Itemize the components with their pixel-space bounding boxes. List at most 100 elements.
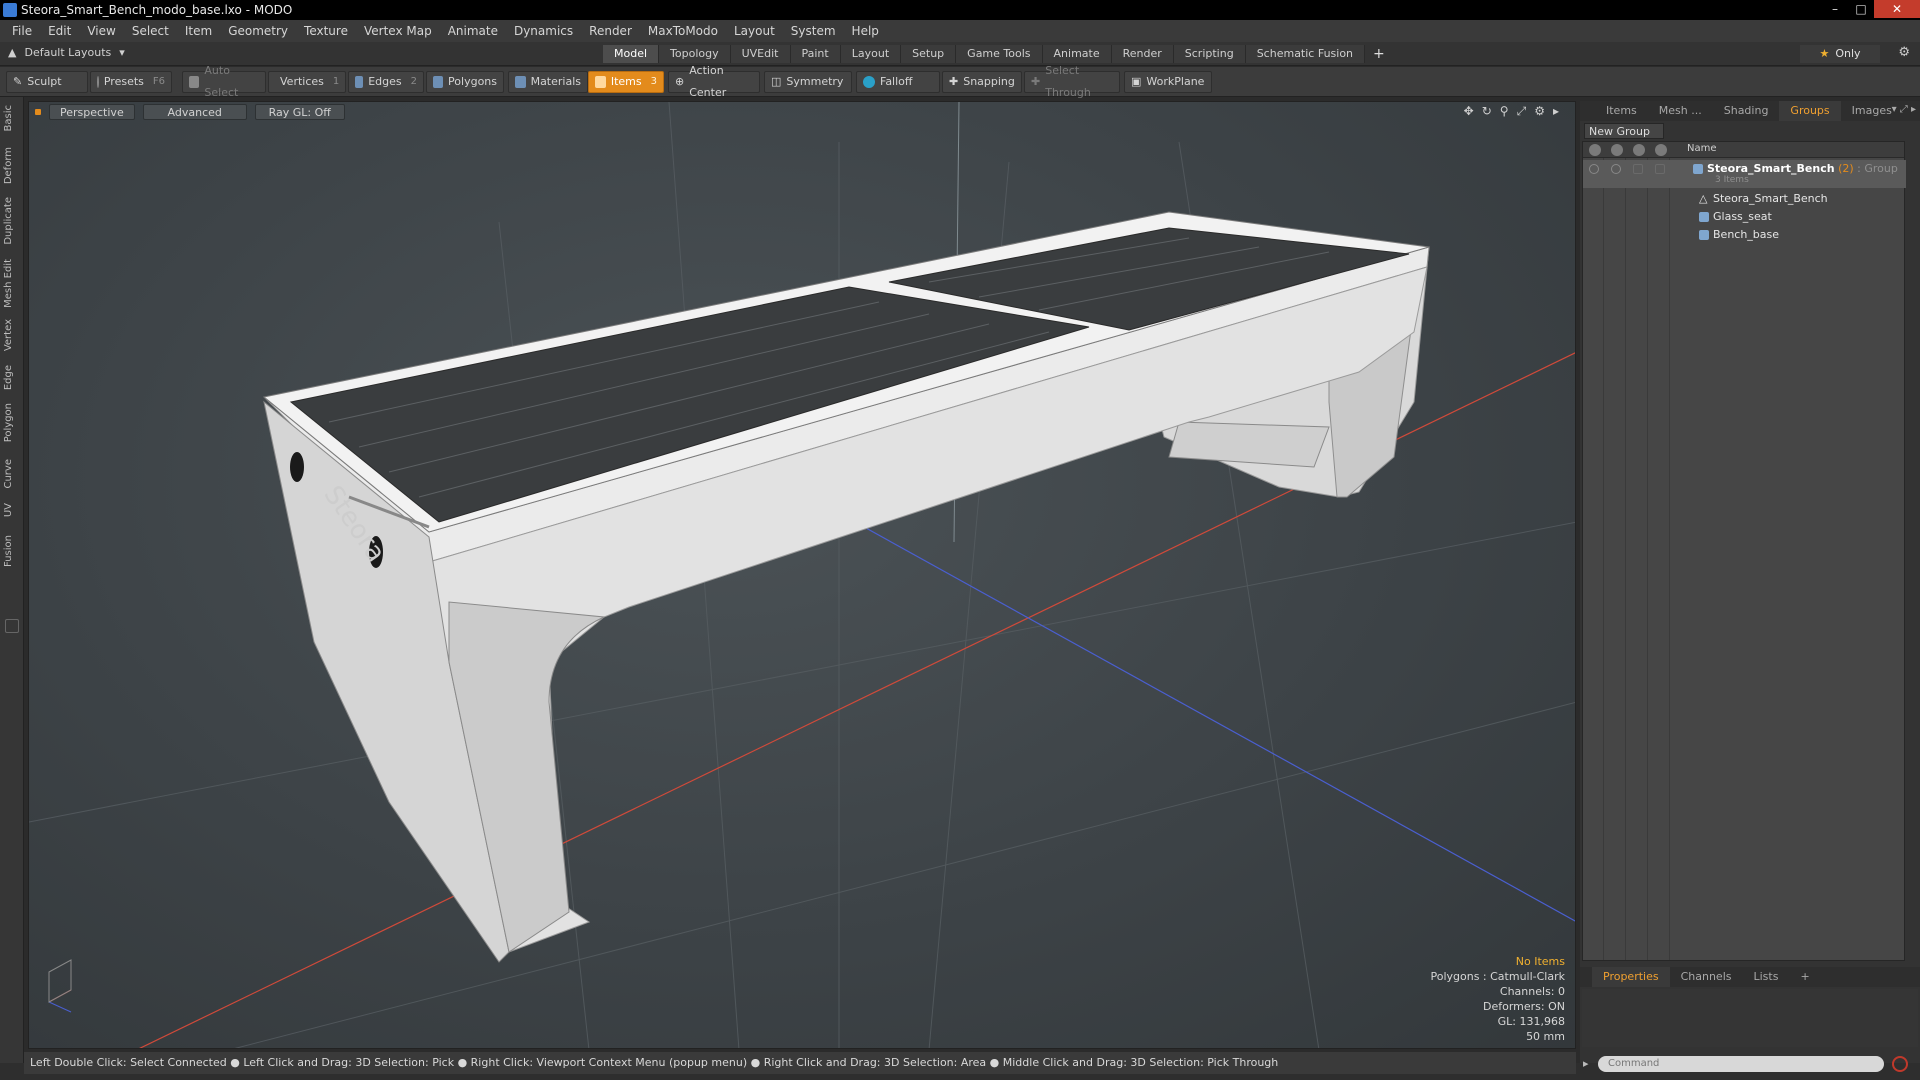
vtab-uv[interactable]: UV (3, 503, 21, 517)
add-panel-tab[interactable]: + (1789, 967, 1820, 987)
tab-setup[interactable]: Setup (901, 45, 957, 63)
vtab-mesh-edit[interactable]: Mesh Edit (3, 259, 21, 308)
render-icon[interactable] (1611, 164, 1621, 174)
mode-bar: ▲ Default Layouts ▾ Model Topology UVEdi… (0, 42, 1920, 66)
lock-col-icon (1633, 144, 1645, 156)
menu-animate[interactable]: Animate (440, 24, 506, 38)
edges-label: Edges (368, 75, 402, 88)
tab-scripting[interactable]: Scripting (1173, 45, 1246, 63)
tab-mesh[interactable]: Mesh ... (1648, 101, 1713, 121)
menu-edit[interactable]: Edit (40, 24, 79, 38)
maximize-icon[interactable]: □ (1848, 0, 1874, 18)
polygons-button[interactable]: Polygons (426, 71, 504, 93)
tab-channels[interactable]: Channels (1670, 967, 1743, 987)
tab-groups[interactable]: Groups (1779, 101, 1841, 121)
right-panel-tabs: Items Mesh ... Shading Groups Images ▾ ⤢… (1580, 101, 1920, 121)
tab-layout[interactable]: Layout (840, 45, 902, 63)
group-type: : Group (1857, 162, 1898, 175)
menu-vertex-map[interactable]: Vertex Map (356, 24, 440, 38)
advanced-dropdown[interactable]: Advanced (142, 104, 247, 120)
select-toggle[interactable] (1655, 164, 1665, 174)
raygl-toggle[interactable]: Ray GL: Off (254, 104, 345, 120)
viewport-menu-icon[interactable] (35, 109, 41, 115)
vtab-polygon[interactable]: Polygon (3, 403, 21, 442)
gear-icon[interactable]: ⚙ (1898, 45, 1910, 60)
minimize-icon[interactable]: – (1822, 0, 1848, 18)
tab-model[interactable]: Model (603, 45, 660, 63)
perspective-dropdown[interactable]: Perspective (49, 104, 135, 120)
vertices-button[interactable]: Vertices 1 (268, 71, 346, 93)
auto-select-button[interactable]: Auto Select (182, 64, 266, 99)
symmetry-button[interactable]: ◫ Symmetry (764, 71, 852, 93)
maximize-view-icon[interactable]: ⤢ (1517, 104, 1527, 119)
vtab-fusion[interactable]: Fusion (3, 535, 21, 567)
rotate-view-icon[interactable]: ↻ (1482, 104, 1492, 119)
presets-button[interactable]: Presets F6 (90, 71, 172, 93)
new-group-button[interactable]: New Group (1584, 123, 1664, 139)
vtab-basic[interactable]: Basic (3, 105, 21, 131)
tab-properties[interactable]: Properties (1592, 967, 1670, 987)
vtab-deform[interactable]: Deform (3, 147, 21, 184)
group-icon (1693, 164, 1703, 174)
menu-view[interactable]: View (79, 24, 123, 38)
tab-render[interactable]: Render (1111, 45, 1174, 63)
crosshair-icon: ⊕ (675, 75, 685, 88)
menu-select[interactable]: Select (124, 24, 177, 38)
falloff-button[interactable]: Falloff (856, 71, 940, 93)
info-no-items: No Items (1515, 955, 1565, 968)
list-item-label: Steora_Smart_Bench (1713, 192, 1828, 205)
eye-icon[interactable] (1589, 164, 1599, 174)
layouts-dropdown[interactable]: ▲ Default Layouts ▾ (8, 46, 125, 59)
vtab-edge[interactable]: Edge (3, 365, 21, 390)
viewport-arrow-icon[interactable]: ▸ (1553, 104, 1559, 119)
stop-icon[interactable] (1892, 1056, 1908, 1072)
layouts-label: Default Layouts (24, 46, 112, 59)
menu-dynamics[interactable]: Dynamics (506, 24, 581, 38)
vtab-duplicate[interactable]: Duplicate (3, 197, 21, 245)
menu-file[interactable]: File (4, 24, 40, 38)
only-button[interactable]: ★ Only (1800, 45, 1880, 63)
tab-shading[interactable]: Shading (1713, 101, 1780, 121)
items-icon (595, 76, 606, 88)
tab-game-tools[interactable]: Game Tools (956, 45, 1043, 63)
list-item[interactable]: Glass_seat (1583, 208, 1906, 226)
workplane-button[interactable]: ▣ WorkPlane (1124, 71, 1212, 93)
menu-geometry[interactable]: Geometry (220, 24, 296, 38)
tab-paint[interactable]: Paint (790, 45, 841, 63)
snapping-button[interactable]: ✚ Snapping (942, 71, 1022, 93)
action-center-button[interactable]: ⊕ Action Center (668, 64, 760, 99)
menu-system[interactable]: System (783, 24, 844, 38)
tab-lists[interactable]: Lists (1743, 967, 1790, 987)
vtab-vertex[interactable]: Vertex (3, 319, 21, 351)
menu-layout[interactable]: Layout (726, 24, 783, 38)
items-button[interactable]: Items 3 (588, 71, 664, 93)
3d-viewport[interactable]: Steora Perspective Advanced Ray GL: Off … (28, 101, 1576, 1049)
menu-render[interactable]: Render (581, 24, 640, 38)
tab-schematic-fusion[interactable]: Schematic Fusion (1245, 45, 1366, 63)
list-item[interactable]: Bench_base (1583, 226, 1906, 244)
edges-button[interactable]: Edges 2 (348, 71, 424, 93)
menu-maxtomodo[interactable]: MaxToModo (640, 24, 726, 38)
vtab-curve[interactable]: Curve (3, 459, 21, 489)
tab-items[interactable]: Items (1580, 101, 1648, 121)
properties-area (1582, 989, 1918, 1047)
polygons-icon (433, 76, 444, 88)
materials-button[interactable]: Materials (508, 71, 588, 93)
lock-toggle[interactable] (1633, 164, 1643, 174)
menu-texture[interactable]: Texture (296, 24, 356, 38)
group-row[interactable]: Steora_Smart_Bench (2) : Group 3 Items (1583, 160, 1906, 188)
list-item[interactable]: △ Steora_Smart_Bench (1583, 190, 1906, 208)
close-icon[interactable]: ✕ (1874, 0, 1920, 18)
select-through-button[interactable]: ✚ Select Through (1024, 64, 1120, 99)
menu-item[interactable]: Item (177, 24, 220, 38)
sculpt-button[interactable]: ✎ Sculpt (6, 71, 88, 93)
command-input[interactable]: Command (1598, 1056, 1884, 1072)
menu-help[interactable]: Help (844, 24, 887, 38)
move-view-icon[interactable]: ✥ (1464, 104, 1474, 119)
zoom-view-icon[interactable]: ⚲ (1500, 104, 1509, 119)
viewport-settings-icon[interactable]: ⚙ (1534, 104, 1545, 119)
strip-toggle-icon[interactable] (5, 619, 19, 633)
panel-options-icon[interactable]: ▾ ⤢ ▸ (1892, 104, 1916, 115)
list-item-label: Glass_seat (1713, 210, 1772, 223)
add-tab-icon[interactable]: + (1373, 45, 1385, 63)
